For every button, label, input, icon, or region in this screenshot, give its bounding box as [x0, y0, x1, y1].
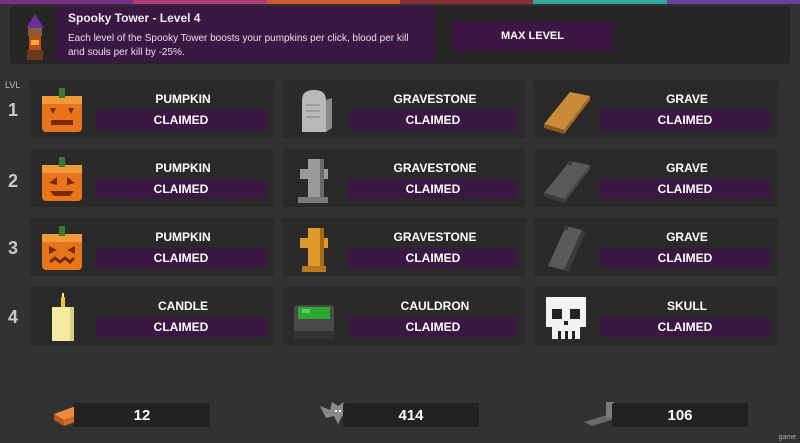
reward-cell-gravestone[interactable]: GRAVESTONE CLAIMED	[282, 149, 526, 207]
strip-segment	[533, 0, 667, 4]
reward-cell-pumpkin[interactable]: PUMPKIN CLAIMED	[30, 80, 274, 138]
reward-cell-gravestone[interactable]: GRAVESTONE CLAIMED	[282, 218, 526, 276]
reward-name: GRAVESTONE	[393, 161, 477, 175]
tower-icon	[26, 14, 44, 60]
reward-name: GRAVESTONE	[393, 230, 477, 244]
resource-counter-souls: 414	[343, 403, 479, 427]
reward-name: GRAVESTONE	[393, 92, 477, 106]
strip-segment	[399, 0, 534, 4]
strip-segment	[0, 0, 134, 4]
claimed-status: CLAIMED	[96, 179, 266, 199]
level-number: 4	[8, 307, 19, 327]
reward-cell-grave[interactable]: GRAVE CLAIMED	[534, 80, 778, 138]
pumpkin-icon	[42, 88, 82, 132]
claimed-status: CLAIMED	[348, 317, 518, 337]
reward-cell-skull[interactable]: SKULL CLAIMED	[534, 287, 778, 345]
level-number: 2	[8, 171, 19, 191]
gravestone-icon	[302, 90, 332, 132]
skull-icon	[546, 297, 586, 339]
reward-name: CAULDRON	[400, 299, 470, 313]
grave-icon	[544, 161, 590, 203]
candle-icon	[52, 293, 74, 341]
tower-title: Spooky Tower - Level 4	[68, 11, 201, 25]
reward-name: GRAVE	[666, 92, 708, 106]
reward-name: CANDLE	[158, 299, 208, 313]
reward-cell-gravestone[interactable]: GRAVESTONE CLAIMED	[282, 80, 526, 138]
claimed-status: CLAIMED	[348, 110, 518, 130]
lvl-column-header: LVL	[5, 80, 21, 90]
max-level-button[interactable]: MAX LEVEL	[451, 21, 614, 51]
strip-segment	[666, 0, 800, 4]
tower-description: Each level of the Spooky Tower boosts yo…	[68, 33, 409, 58]
pumpkin-icon	[42, 226, 82, 270]
cauldron-icon	[294, 305, 334, 339]
reward-cell-grave[interactable]: GRAVE CLAIMED	[534, 218, 778, 276]
level-number: 3	[8, 238, 19, 258]
reward-cell-pumpkin[interactable]: PUMPKIN CLAIMED	[30, 218, 274, 276]
claimed-status: CLAIMED	[96, 317, 266, 337]
claimed-status: CLAIMED	[96, 110, 266, 130]
reward-name: PUMPKIN	[155, 92, 211, 106]
claimed-status: CLAIMED	[600, 248, 770, 268]
gravestone-icon	[300, 228, 328, 272]
claimed-status: CLAIMED	[600, 317, 770, 337]
level-number: 1	[8, 100, 19, 120]
reward-name: GRAVE	[666, 230, 708, 244]
reward-name: PUMPKIN	[155, 230, 211, 244]
claimed-status: CLAIMED	[348, 179, 518, 199]
reward-cell-candle[interactable]: CANDLE CLAIMED	[30, 287, 274, 345]
reward-name: PUMPKIN	[155, 161, 211, 175]
claimed-status: CLAIMED	[600, 179, 770, 199]
claimed-status: CLAIMED	[600, 110, 770, 130]
resource-counter-graves: 106	[612, 403, 748, 427]
claimed-status: CLAIMED	[96, 248, 266, 268]
reward-cell-grave[interactable]: GRAVE CLAIMED	[534, 149, 778, 207]
reward-name: GRAVE	[666, 161, 708, 175]
reward-cell-pumpkin[interactable]: PUMPKIN CLAIMED	[30, 149, 274, 207]
strip-segment	[133, 0, 267, 4]
reward-name: SKULL	[667, 299, 707, 313]
gravestone-icon	[298, 159, 328, 203]
grave-icon	[548, 226, 586, 272]
top-color-strip	[0, 0, 800, 4]
strip-segment	[266, 0, 400, 4]
grave-icon	[544, 92, 590, 134]
pumpkin-icon	[42, 157, 82, 201]
reward-cell-cauldron[interactable]: CAULDRON CLAIMED	[282, 287, 526, 345]
claimed-status: CLAIMED	[348, 248, 518, 268]
watermark: game	[778, 434, 796, 441]
resource-counter-bricks: 12	[74, 403, 210, 427]
